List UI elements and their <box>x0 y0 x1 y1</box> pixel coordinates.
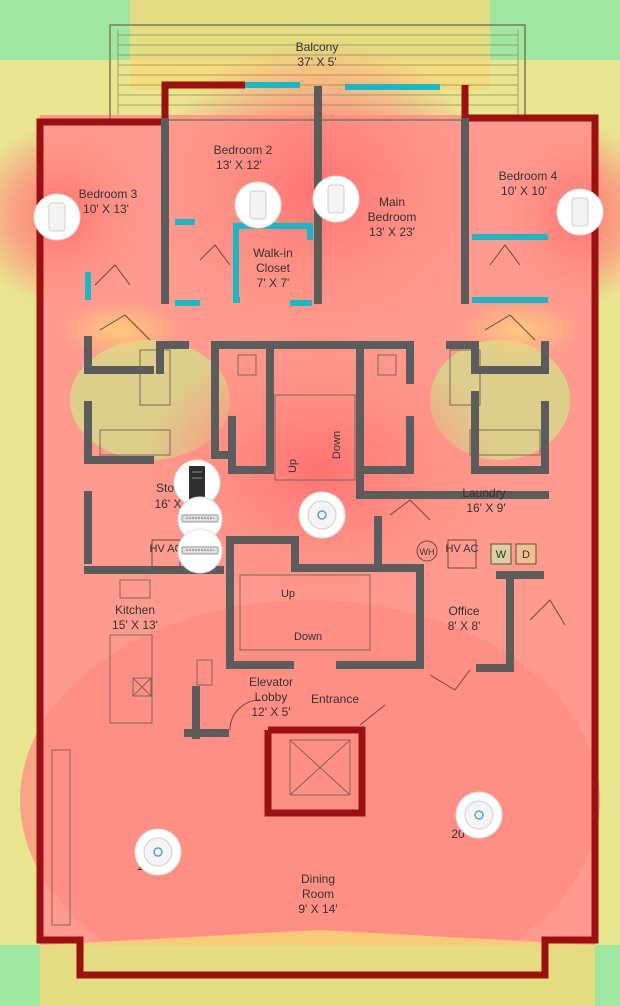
kitchen-size: 15' X 13' <box>112 618 158 632</box>
main-bedroom-access-point[interactable] <box>312 175 360 223</box>
bedroom3-access-point[interactable] <box>33 193 81 241</box>
bedroom3-name: Bedroom 3 <box>79 187 138 201</box>
bedroom3-size: 10' X 13' <box>83 202 129 216</box>
office-size: 8' X 8' <box>448 619 481 633</box>
office-name: Office <box>448 604 479 618</box>
stairs-upper-down-label: Down <box>331 431 343 459</box>
elevator-lobby-name-line1: Elevator <box>249 675 293 689</box>
washer-label: W <box>496 549 507 561</box>
walkin-name-line2: Closet <box>256 261 291 275</box>
elevator-lobby-name-line2: Lobby <box>255 690 288 704</box>
bedroom2-access-point[interactable] <box>234 181 282 229</box>
stairs-lower-up-label: Up <box>281 588 295 600</box>
bedroom4-name: Bedroom 4 <box>499 169 558 183</box>
network-equipment <box>173 459 223 574</box>
main-bedroom-name-line1: Main <box>379 195 405 209</box>
living-access-point[interactable] <box>134 828 182 876</box>
main-bedroom-size: 13' X 23' <box>369 225 415 239</box>
stairs-upper-up-label: Up <box>287 459 299 473</box>
hall-access-point[interactable] <box>298 491 346 539</box>
switch-2[interactable] <box>177 528 223 574</box>
bedroom4-size: 10' X 10' <box>501 184 547 198</box>
stairs-lower-down-label: Down <box>294 631 322 643</box>
storage-name: Sto <box>156 481 174 495</box>
dining-size: 9' X 14' <box>298 902 337 916</box>
water-heater-label: WH <box>420 547 435 557</box>
bedroom4-access-point[interactable] <box>556 188 604 236</box>
hvac-label-right: HV AC <box>445 543 478 555</box>
dining-name-line1: Dining <box>301 872 335 886</box>
dining-name-line2: Room <box>302 887 334 901</box>
entrance-name: Entrance <box>311 692 359 706</box>
balcony-size: 37' X 5' <box>297 55 336 69</box>
dryer-label: D <box>522 549 530 561</box>
main-bedroom-name-line2: Bedroom <box>368 210 417 224</box>
kitchen-name: Kitchen <box>115 603 155 617</box>
laundry-name: Laundry <box>462 486 505 500</box>
laundry-size: 16' X 9' <box>466 501 505 515</box>
bedroom2-size: 13' X 12' <box>216 158 262 172</box>
storage-size: 16' X <box>155 497 182 511</box>
floor-plan-heatmap: Balcony 37' X 5' Bedroom 2 13' X 12' Bed… <box>0 0 620 1006</box>
bedroom2-name: Bedroom 2 <box>214 143 273 157</box>
elevator-lobby-size: 12' X 5' <box>251 705 290 719</box>
walkin-name-line1: Walk-in <box>253 246 293 260</box>
dining-right-access-point[interactable] <box>455 791 503 839</box>
walkin-size: 7' X 7' <box>257 276 290 290</box>
balcony-name: Balcony <box>296 40 339 54</box>
